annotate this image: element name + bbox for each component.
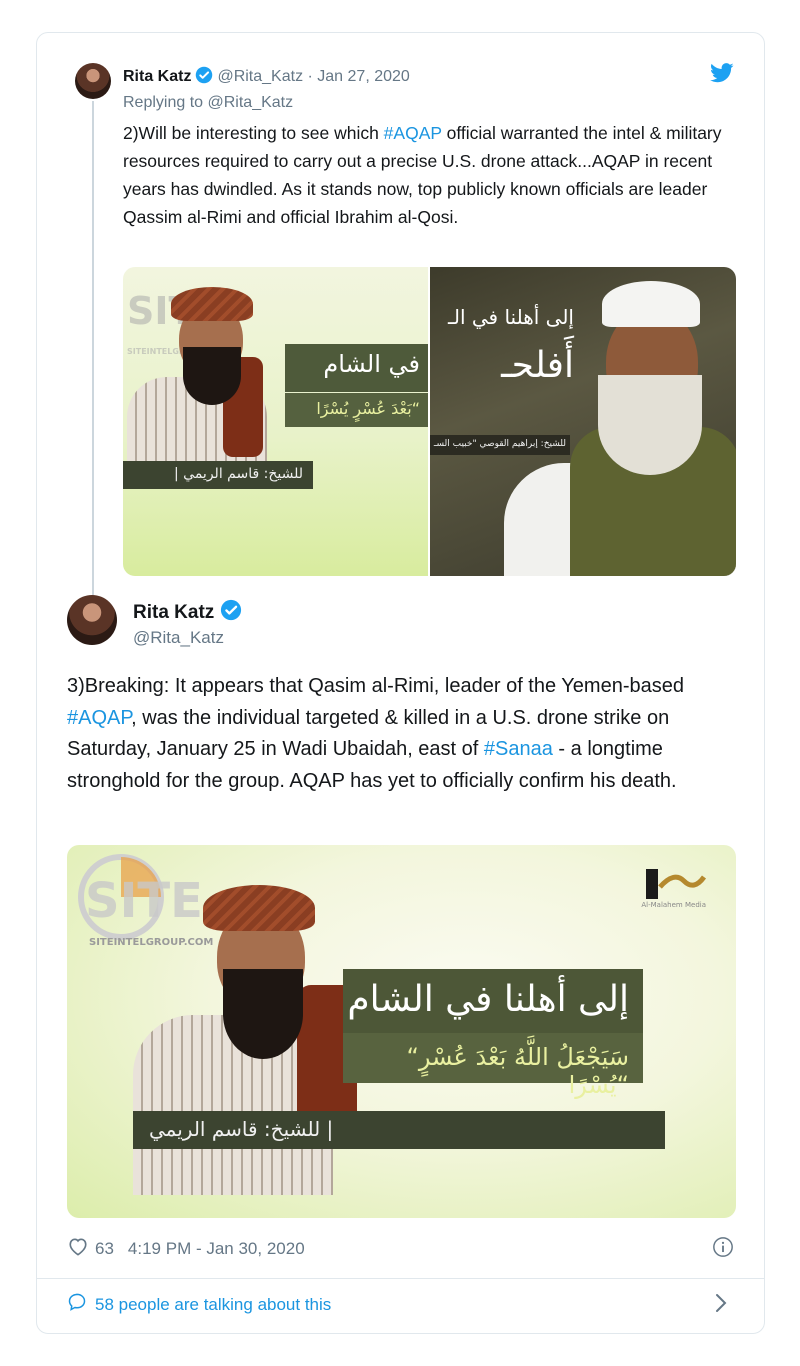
conversation-link[interactable]: 58 people are talking about this (67, 1292, 331, 1317)
reply-tweet-header: Rita Katz @Rita_Katz · Jan 27, 2020 (123, 66, 410, 89)
tweet-timestamp[interactable]: 4:19 PM - Jan 30, 2020 (128, 1239, 305, 1259)
person-white-beard (598, 375, 702, 475)
replying-to[interactable]: Replying to @Rita_Katz (123, 94, 293, 112)
verified-badge-icon (195, 66, 213, 89)
person-turban (171, 287, 253, 321)
main-handle[interactable]: @Rita_Katz (133, 628, 224, 648)
media-image-left[interactable]: SITE SITEINTELGROUP.COM في الشام بَعْدَ … (123, 267, 428, 576)
author-name[interactable]: Rita Katz (123, 68, 191, 85)
talking-count-text: 58 people are talking about this (95, 1294, 332, 1314)
site-watermark: SITE (85, 873, 203, 929)
avatar[interactable] (75, 63, 111, 99)
main-author: Rita Katz (133, 599, 246, 627)
like-count[interactable]: 63 (95, 1239, 114, 1259)
handle-date[interactable]: @Rita_Katz · Jan 27, 2020 (217, 68, 409, 85)
right-title-1: إلى أهلنا في الـ (448, 305, 574, 329)
hashtag-aqap-link[interactable]: #AQAP (67, 707, 131, 729)
tweet-embed-card: Rita Katz @Rita_Katz · Jan 27, 2020 Reply… (36, 32, 765, 1334)
avatar-main[interactable] (67, 595, 117, 645)
media-image-right[interactable]: إلى أهلنا في الـ أَفلحـ للشيخ: إبراهيم ا… (430, 267, 736, 576)
thread-line (92, 101, 94, 625)
twitter-bird-icon[interactable] (710, 63, 734, 88)
divider (37, 1278, 764, 1279)
al-malahem-caption: Al-Malahem Media (641, 901, 706, 909)
speech-bubble-icon (67, 1292, 87, 1317)
person-beard (183, 347, 241, 405)
banner-caption: | للشيخ: قاسم الريمي (133, 1111, 665, 1149)
reply-media-grid[interactable]: SITE SITEINTELGROUP.COM في الشام بَعْدَ … (123, 267, 736, 576)
banner-title: إلى أهلنا في الشام (343, 969, 643, 1033)
main-media-image[interactable]: SITE SITEINTELGROUP.COM Al-Malahem Media… (67, 845, 736, 1218)
right-caption: للشيخ: إبراهيم القوصي "خبيب السـ (430, 435, 570, 455)
person-beard (223, 969, 303, 1059)
banner-title: في الشام (285, 344, 428, 392)
site-watermark-url: SITEINTELGROUP.COM (89, 937, 214, 948)
heart-icon[interactable] (67, 1236, 89, 1261)
verified-badge-icon (220, 599, 242, 627)
person-turban (203, 885, 315, 931)
main-tweet-text: 3)Breaking: It appears that Qasim al-Rim… (67, 675, 684, 792)
tweet-meta: 63 4:19 PM - Jan 30, 2020 (67, 1236, 305, 1261)
al-malahem-logo-icon (646, 869, 707, 899)
right-title-2: أَفلحـ (501, 345, 574, 386)
banner-quote: “سَيَجْعَلُ اللَّهُ بَعْدَ عُسْرٍ يُسْرً… (343, 1033, 643, 1099)
info-icon[interactable] (712, 1236, 734, 1263)
author-name[interactable]: Rita Katz (133, 602, 214, 623)
banner-quote: بَعْدَ عُسْرٍ يُسْرًا“ (285, 393, 428, 427)
hashtag-link[interactable]: #AQAP (384, 123, 442, 143)
hashtag-sanaa-link[interactable]: #Sanaa (484, 738, 553, 760)
person-cap (602, 281, 700, 327)
chevron-right-icon[interactable] (714, 1292, 728, 1319)
banner-caption: | للشيخ: قاسم الريمي (123, 461, 313, 489)
reply-tweet-text: 2)Will be interesting to see which #AQAP… (123, 123, 722, 227)
